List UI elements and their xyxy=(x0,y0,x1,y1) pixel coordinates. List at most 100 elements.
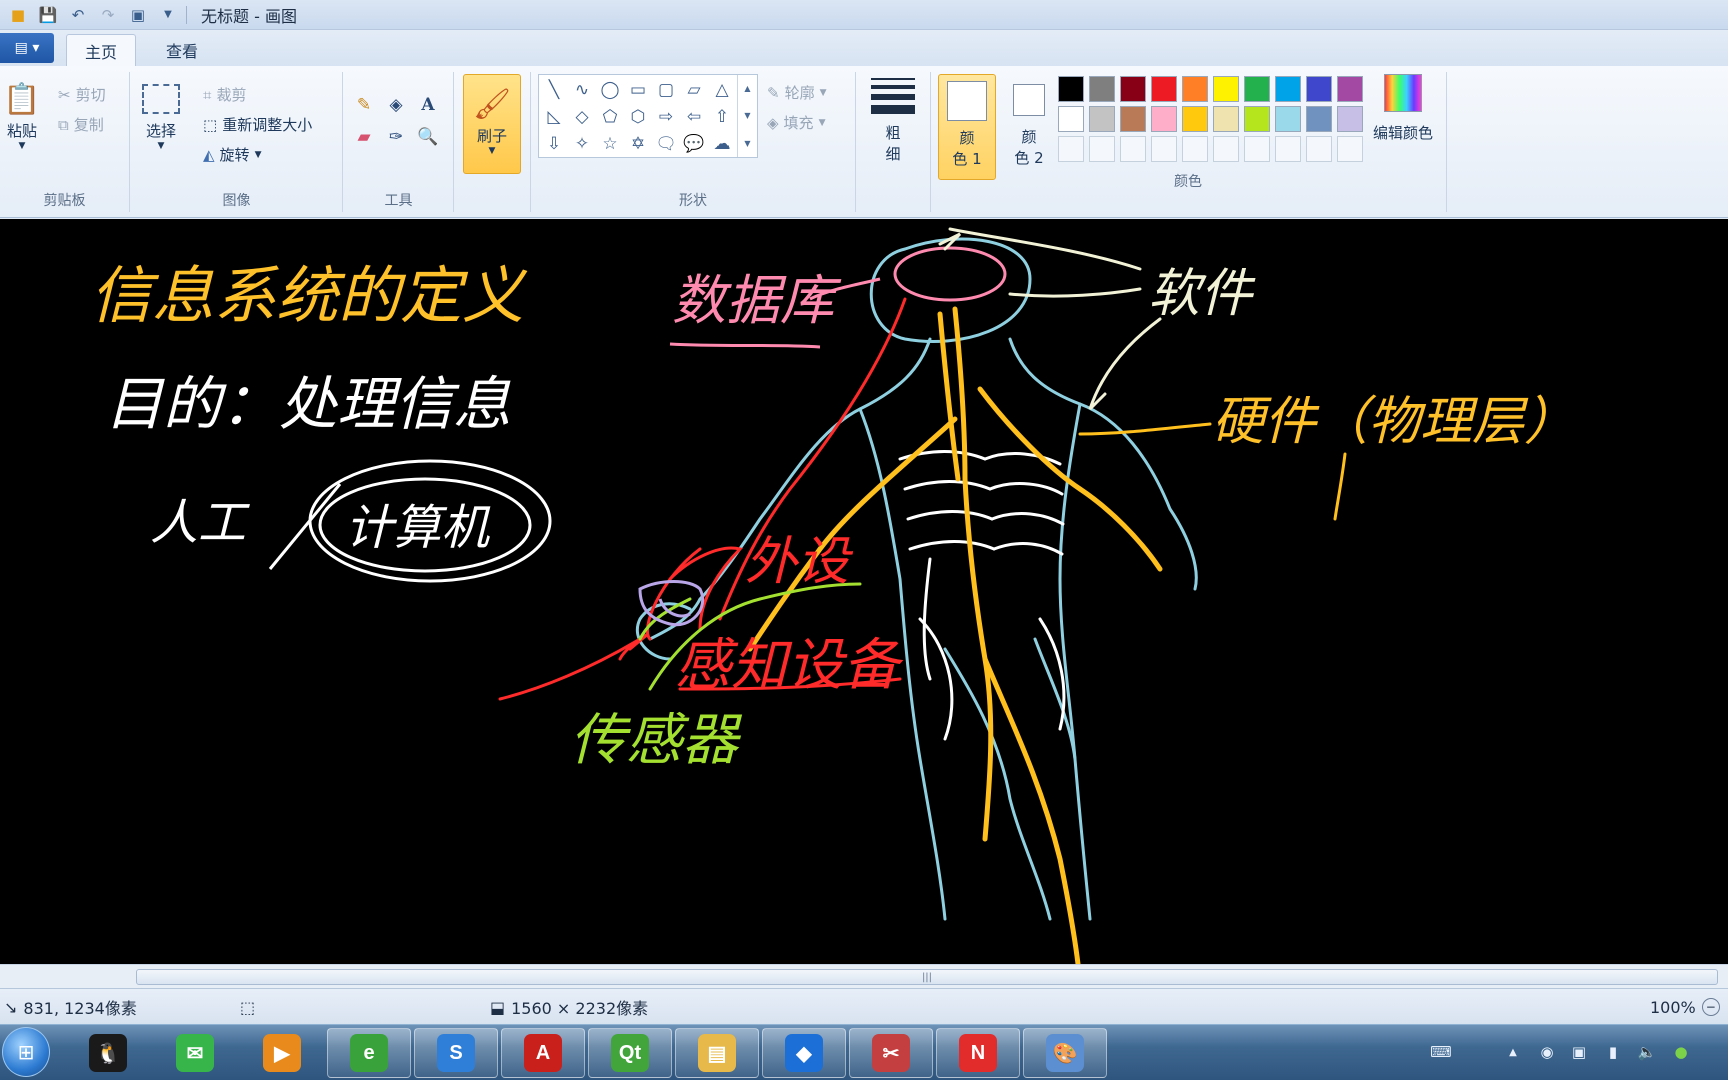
oval-callout-shape-icon[interactable]: 💬 xyxy=(681,131,707,157)
line-shape-icon[interactable]: ╲ xyxy=(541,77,567,103)
palette-swatch[interactable] xyxy=(1120,136,1146,162)
volume-icon[interactable]: 🔈 xyxy=(1636,1041,1658,1063)
down-arrow-shape-icon[interactable]: ⇩ xyxy=(541,131,567,157)
palette-swatch[interactable] xyxy=(1151,136,1177,162)
palette-swatch[interactable] xyxy=(1213,136,1239,162)
palette-swatch[interactable] xyxy=(1306,76,1332,102)
magnifier-icon[interactable]: 🔍 xyxy=(414,124,442,150)
tray-expand-icon[interactable]: ▲ xyxy=(1502,1041,1524,1063)
shapes-scroll-column[interactable]: ▲ ▼ ▼ xyxy=(737,75,757,157)
resize-button[interactable]: ⬚ 重新调整大小 xyxy=(203,114,312,135)
taskbar-feishu[interactable]: ◆ xyxy=(762,1028,846,1078)
triangle-shape-icon[interactable]: △ xyxy=(709,77,735,103)
cut-button[interactable]: ✂ 剪切 xyxy=(58,84,106,105)
palette-swatch[interactable] xyxy=(1182,106,1208,132)
curve-shape-icon[interactable]: ∿ xyxy=(569,77,595,103)
palette-swatch[interactable] xyxy=(1058,106,1084,132)
tab-view[interactable]: 查看 xyxy=(148,34,216,66)
fill-button[interactable]: ◈ 填充 ▼ xyxy=(767,112,825,133)
pentagon-shape-icon[interactable]: ⬠ xyxy=(597,104,623,130)
palette-swatch[interactable] xyxy=(1306,106,1332,132)
palette-swatch[interactable] xyxy=(1182,136,1208,162)
brush-button[interactable]: 🖌 刷子 ▼ xyxy=(463,74,521,174)
security-icon[interactable]: ● xyxy=(1670,1041,1692,1063)
taskbar-paint[interactable]: 🎨 xyxy=(1023,1028,1107,1078)
taskbar-qq[interactable]: 🐧 xyxy=(66,1028,150,1078)
palette-swatch[interactable] xyxy=(1182,76,1208,102)
left-arrow-shape-icon[interactable]: ⇦ xyxy=(681,104,707,130)
fill-bucket-icon[interactable]: ◈ xyxy=(382,92,410,118)
palette-swatch[interactable] xyxy=(1337,106,1363,132)
palette-swatch[interactable] xyxy=(1306,136,1332,162)
palette-swatch[interactable] xyxy=(1151,76,1177,102)
tray-device-icon[interactable]: ▣ xyxy=(1568,1041,1590,1063)
rotate-button[interactable]: ◭ 旋转 ▼ xyxy=(203,144,261,165)
palette-swatch[interactable] xyxy=(1089,106,1115,132)
app-menu-button[interactable]: ▤ ▾ xyxy=(0,33,54,63)
palette-swatch[interactable] xyxy=(1089,136,1115,162)
copy-button[interactable]: ⧉ 复制 xyxy=(58,114,104,135)
taskbar-notes-n[interactable]: N xyxy=(936,1028,1020,1078)
crop-button[interactable]: ⌗ 裁剪 xyxy=(203,84,246,105)
color1-button[interactable]: 颜 色 1 xyxy=(938,74,996,180)
quick-access-icon[interactable]: ▣ xyxy=(126,4,150,26)
palette-swatch[interactable] xyxy=(1275,136,1301,162)
color2-button[interactable]: 颜 色 2 xyxy=(1000,74,1058,180)
palette-swatch[interactable] xyxy=(1244,136,1270,162)
hexagon-shape-icon[interactable]: ⬡ xyxy=(625,104,651,130)
pencil-icon[interactable]: ✎ xyxy=(350,92,378,118)
taskbar-wechat[interactable]: ✉ xyxy=(153,1028,237,1078)
color-picker-icon[interactable]: ✑ xyxy=(382,124,410,150)
customize-dropdown-icon[interactable]: ▼ xyxy=(156,4,180,26)
rectangle-shape-icon[interactable]: ▭ xyxy=(625,77,651,103)
scrollbar-thumb[interactable]: ||| xyxy=(136,969,1718,985)
shapes-scroll-down-icon[interactable]: ▼ xyxy=(744,111,750,120)
taskbar-qt-creator[interactable]: Qt xyxy=(588,1028,672,1078)
palette-swatch[interactable] xyxy=(1151,106,1177,132)
rect-callout-shape-icon[interactable]: 🗨 xyxy=(653,131,679,157)
tab-home[interactable]: 主页 xyxy=(66,34,137,66)
palette-swatch[interactable] xyxy=(1213,106,1239,132)
palette-swatch[interactable] xyxy=(1058,76,1084,102)
palette-swatch[interactable] xyxy=(1337,76,1363,102)
keyboard-icon[interactable]: ⌨ xyxy=(1430,1041,1452,1063)
polygon-shape-icon[interactable]: ▱ xyxy=(681,77,707,103)
rounded-rectangle-shape-icon[interactable]: ▢ xyxy=(653,77,679,103)
edit-colors-button[interactable]: 编辑颜色 xyxy=(1368,74,1438,143)
drawing-canvas[interactable]: 信息系统的定义 目的：处理信息 人工 计算机 数据库 软件 硬件（物理层） 外设… xyxy=(0,219,1728,964)
shapes-scroll-up-icon[interactable]: ▲ xyxy=(744,84,750,93)
diamond-shape-icon[interactable]: ◇ xyxy=(569,104,595,130)
palette-swatch[interactable] xyxy=(1058,136,1084,162)
cloud-callout-shape-icon[interactable]: ☁ xyxy=(709,131,735,157)
six-point-star-shape-icon[interactable]: ✡ xyxy=(625,131,651,157)
taskbar-media-player[interactable]: ▶ xyxy=(240,1028,324,1078)
palette-swatch[interactable] xyxy=(1337,136,1363,162)
palette-swatch[interactable] xyxy=(1275,106,1301,132)
redo-icon[interactable]: ↷ xyxy=(96,4,120,26)
palette-swatch[interactable] xyxy=(1213,76,1239,102)
taskbar-file-explorer[interactable]: ▤ xyxy=(675,1028,759,1078)
palette-swatch[interactable] xyxy=(1120,76,1146,102)
shapes-expand-icon[interactable]: ▼ xyxy=(744,139,750,148)
network-icon[interactable]: ▮ xyxy=(1602,1041,1624,1063)
right-arrow-shape-icon[interactable]: ⇨ xyxy=(653,104,679,130)
start-button[interactable]: ⊞ xyxy=(2,1027,50,1077)
eraser-icon[interactable]: ▰ xyxy=(350,124,378,150)
select-button[interactable]: 选择 ▼ xyxy=(141,78,181,151)
undo-icon[interactable]: ↶ xyxy=(66,4,90,26)
palette-swatch[interactable] xyxy=(1089,76,1115,102)
tray-app-icon[interactable]: ◉ xyxy=(1536,1041,1558,1063)
paste-button[interactable]: 📋 粘贴 ▼ xyxy=(2,78,42,152)
right-triangle-shape-icon[interactable]: ◺ xyxy=(541,104,567,130)
taskbar-sogou[interactable]: S xyxy=(414,1028,498,1078)
horizontal-scrollbar[interactable]: ||| xyxy=(0,964,1728,988)
taskbar-browser[interactable]: e xyxy=(327,1028,411,1078)
taskbar-snipping-tool[interactable]: ✂ xyxy=(849,1028,933,1078)
palette-swatch[interactable] xyxy=(1244,76,1270,102)
save-icon[interactable]: 💾 xyxy=(36,4,60,26)
palette-swatch[interactable] xyxy=(1244,106,1270,132)
oval-shape-icon[interactable]: ◯ xyxy=(597,77,623,103)
palette-swatch[interactable] xyxy=(1120,106,1146,132)
text-icon[interactable]: A xyxy=(414,92,442,118)
taskbar-pdf-reader[interactable]: A xyxy=(501,1028,585,1078)
